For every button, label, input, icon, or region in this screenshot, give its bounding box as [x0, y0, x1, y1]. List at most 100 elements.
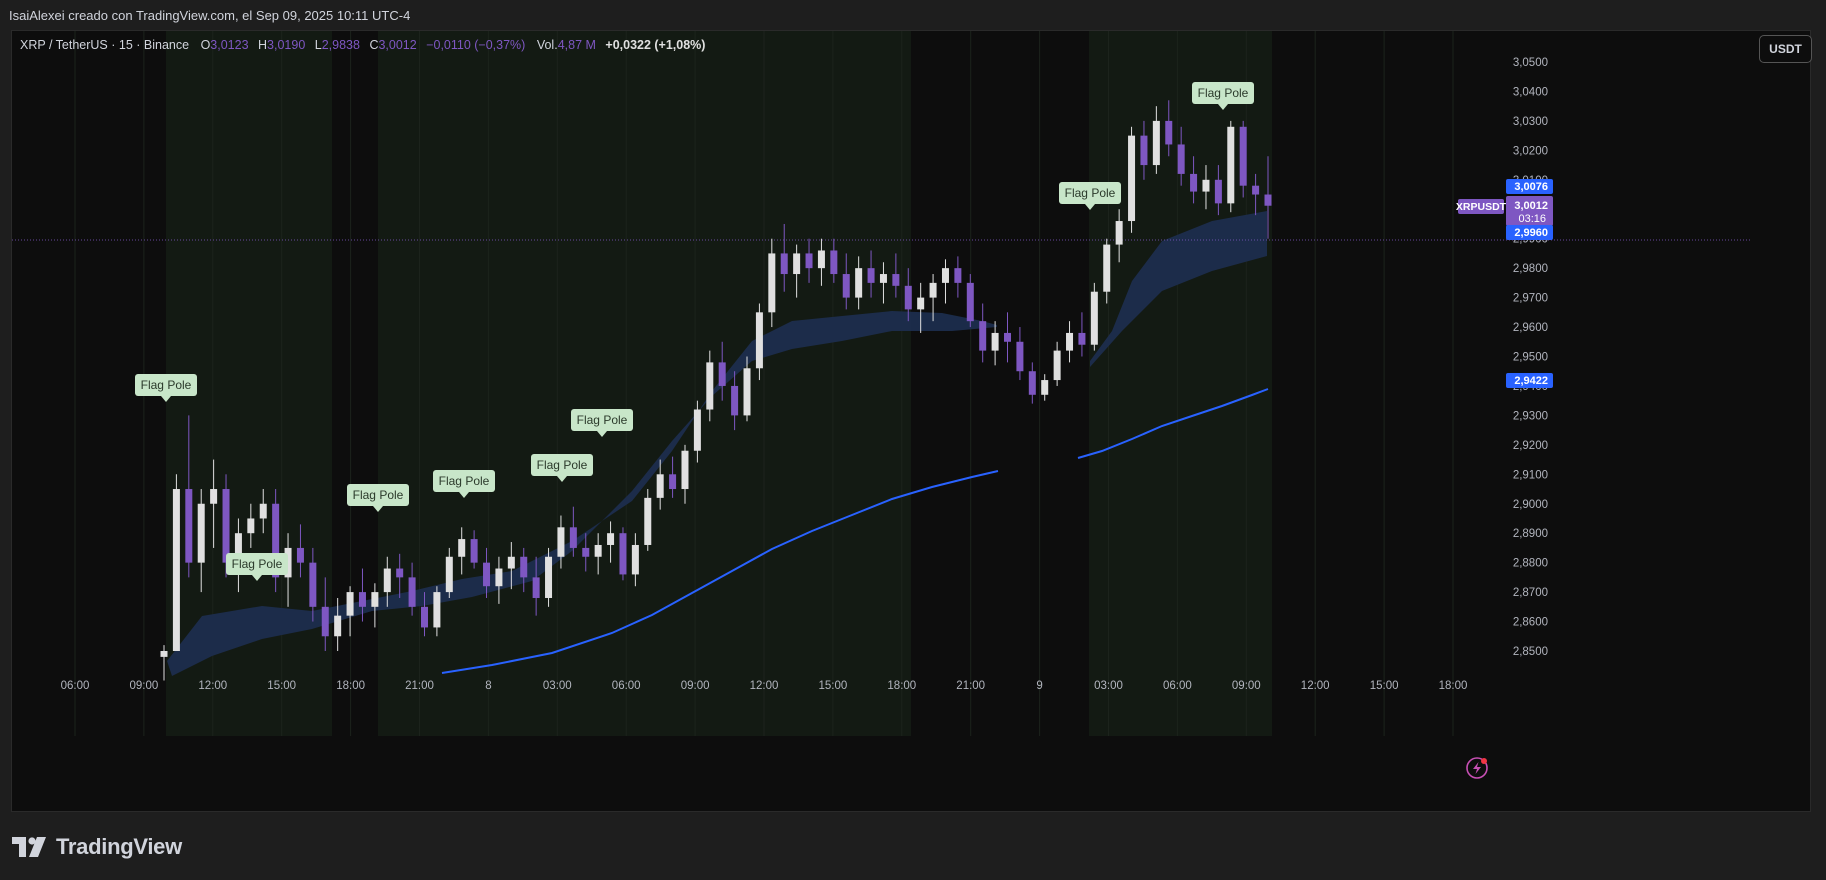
candle-body: [321, 606, 329, 637]
candle-body: [892, 274, 900, 286]
price-tick: 2,8900: [1513, 528, 1548, 540]
candle-body: [607, 533, 615, 545]
candle-body: [1227, 126, 1235, 204]
legend-symbol[interactable]: XRP / TetherUS · 15 · Binance: [20, 38, 189, 52]
price-tick: 3,0300: [1513, 116, 1548, 128]
top-bar: IsaiAlexei creado con TradingView.com, e…: [0, 0, 1826, 31]
tradingview-logo[interactable]: TradingView: [12, 834, 182, 860]
candle-body: [904, 285, 912, 310]
candle-body: [1202, 179, 1210, 192]
price-tick: 2,8800: [1513, 558, 1548, 570]
candle-body: [1090, 291, 1098, 345]
candle-body: [594, 544, 602, 557]
legend-open: 3,0123: [210, 38, 249, 52]
candle-body: [1190, 173, 1198, 192]
flag-pole-text: Flag Pole: [141, 378, 192, 392]
candle-body: [867, 268, 875, 283]
candle-body: [1214, 179, 1222, 204]
candle-body: [532, 577, 540, 598]
lower-band-tag: 2,9960: [1514, 227, 1548, 239]
time-tick: 15:00: [267, 680, 296, 692]
candle-body: [693, 409, 701, 451]
time-axis[interactable]: 06:00 09:00 12:00 15:00 18:00 21:00 8 03:00 06:0…: [61, 680, 1468, 692]
candle-body: [507, 556, 515, 569]
price-tick: 2,9600: [1513, 322, 1548, 334]
symbol-tag: XRPUSDT: [1456, 201, 1507, 213]
time-tick: 15:00: [1370, 680, 1399, 692]
time-tick: 21:00: [405, 680, 434, 692]
candle-body: [681, 450, 689, 490]
candle-body: [259, 503, 267, 519]
candle-body: [1078, 332, 1086, 345]
legend-volume: 4,87 M: [557, 38, 596, 52]
flag-pole-text: Flag Pole: [439, 474, 490, 488]
candle-body: [966, 282, 974, 322]
candle-body: [842, 274, 850, 298]
time-tick: 12:00: [198, 680, 227, 692]
price-tick: 2,9100: [1513, 469, 1548, 481]
candle-body: [1016, 341, 1024, 372]
legend-high-label: H: [258, 38, 268, 52]
candle-body: [755, 312, 763, 369]
tradingview-logo-icon: [12, 837, 46, 857]
candle-body: [470, 539, 478, 563]
ma-tag: 2,9422: [1514, 375, 1548, 387]
candle-body: [309, 562, 317, 607]
candle-body: [743, 368, 751, 416]
candle-body: [644, 497, 652, 545]
price-tick: 2,8700: [1513, 587, 1548, 599]
candle-body: [941, 268, 949, 283]
price-tick: 3,0500: [1513, 57, 1548, 69]
candle-body: [185, 489, 193, 563]
candle-body: [879, 274, 887, 283]
candle-body: [358, 592, 366, 607]
candle-body: [1066, 332, 1074, 351]
session-band: [378, 31, 911, 736]
legend-open-label: O: [200, 38, 211, 52]
candle-body: [991, 332, 999, 351]
time-tick: 12:00: [1301, 680, 1330, 692]
candle-body: [445, 556, 453, 593]
candle-body: [1152, 120, 1160, 166]
candle-body: [1128, 135, 1136, 222]
candle-body: [706, 362, 714, 410]
candle-body: [396, 568, 404, 578]
price-tick: 3,0400: [1513, 86, 1548, 98]
candle-body: [1103, 244, 1111, 292]
chart-caption: IsaiAlexei creado con TradingView.com, e…: [9, 8, 411, 23]
logo-text: TradingView: [56, 834, 182, 859]
candle-body: [483, 562, 491, 587]
flag-pole-text: Flag Pole: [353, 488, 404, 502]
candle-body: [247, 518, 255, 534]
candle-body: [383, 568, 391, 593]
legend-close: 3,0012: [378, 38, 417, 52]
candle-body: [619, 533, 627, 575]
price-tick: 2,9000: [1513, 499, 1548, 511]
price-tick: 3,0200: [1513, 145, 1548, 157]
candle-body: [793, 253, 801, 275]
legend-volume-label: Vol.: [536, 38, 558, 52]
currency-button[interactable]: USDT: [1759, 35, 1812, 63]
candle-body: [855, 268, 863, 298]
candle-body: [520, 556, 528, 578]
candle-body: [582, 547, 590, 557]
candle-body: [669, 474, 677, 490]
candle-body: [545, 556, 553, 598]
time-tick: 8: [485, 680, 491, 692]
price-scale[interactable]: 3,05003,04003,03003,02003,01003,00002,99…: [1513, 57, 1548, 658]
candle-body: [1177, 144, 1185, 174]
candle-body: [210, 489, 218, 504]
chart-canvas[interactable]: Flag Pole Flag Pole Flag Pole Flag Pole Flag…: [12, 31, 1810, 810]
legend-low-label: L: [314, 38, 322, 52]
candle-body: [718, 362, 726, 386]
price-tick: 2,9700: [1513, 293, 1548, 305]
candle-body: [1140, 135, 1148, 166]
candle-body: [296, 547, 304, 563]
candle-body: [458, 539, 466, 557]
candle-body: [1053, 350, 1061, 381]
candle-body: [1165, 120, 1173, 145]
time-tick: 06:00: [1163, 680, 1192, 692]
time-tick: 09:00: [681, 680, 710, 692]
countdown-tag: 03:16: [1518, 213, 1546, 225]
time-tick: 09:00: [130, 680, 159, 692]
